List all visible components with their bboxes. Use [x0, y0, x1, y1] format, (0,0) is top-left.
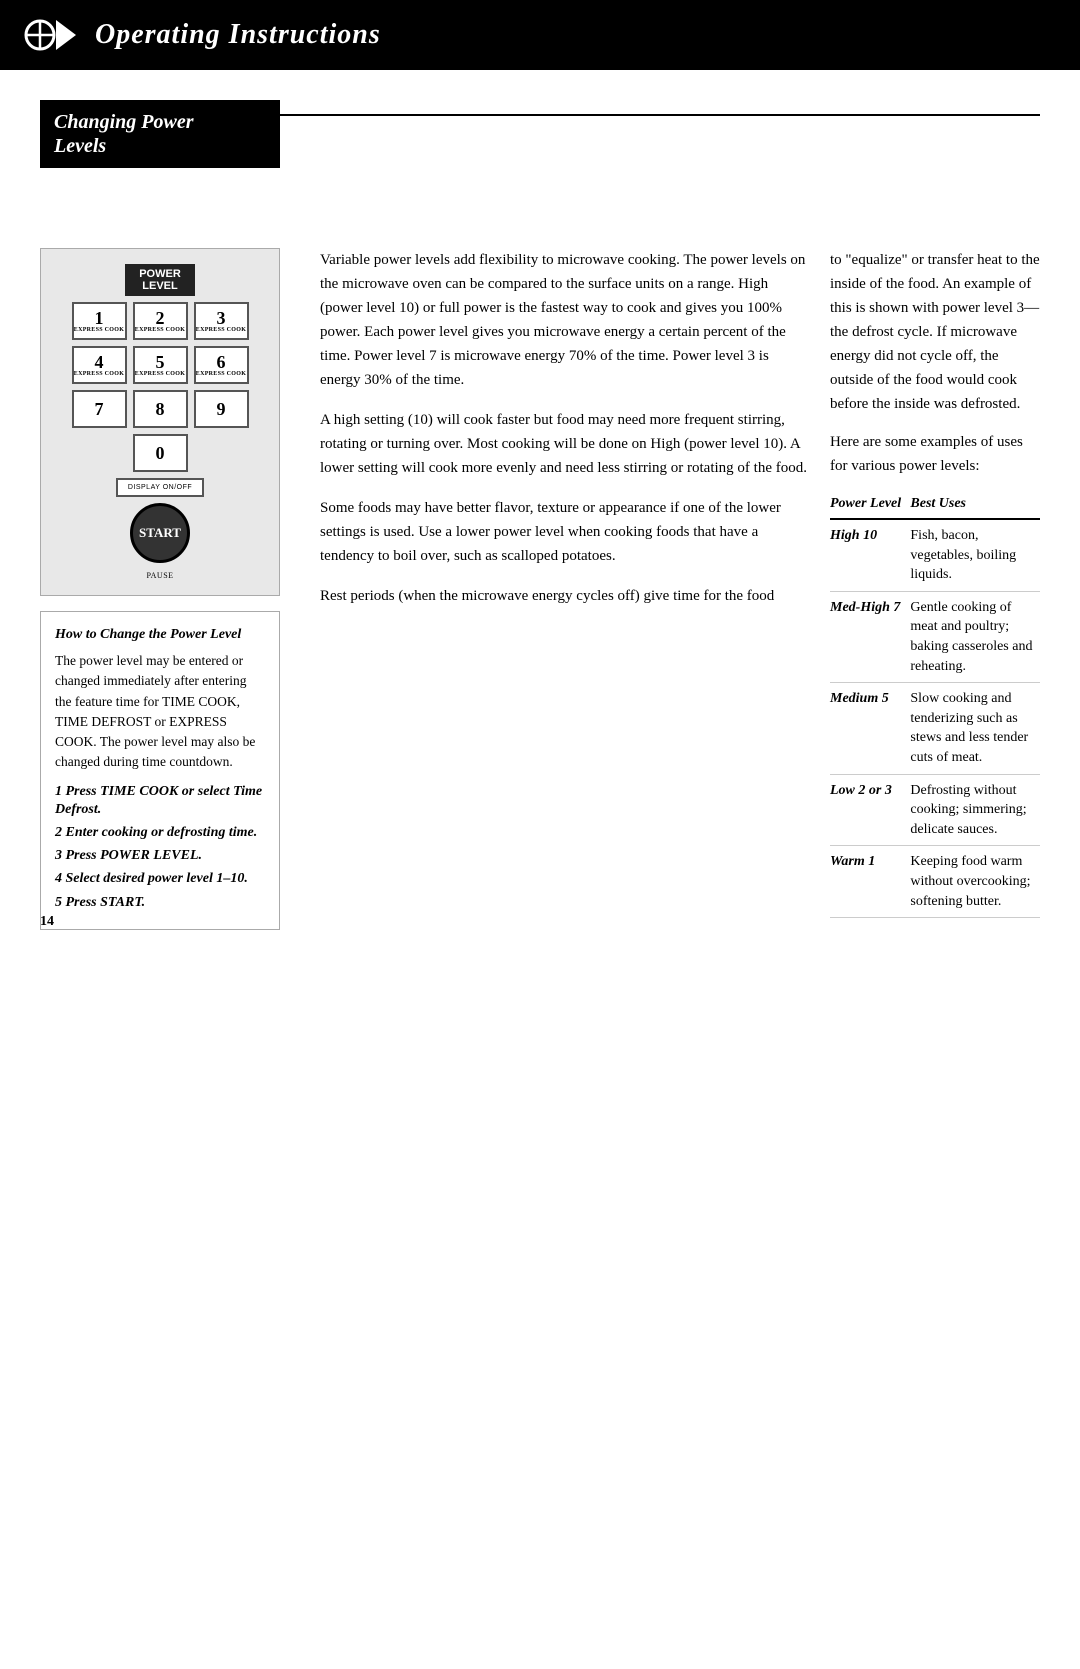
right-para-2: Here are some examples of uses for vario… [830, 430, 1040, 478]
keypad-row-123: 1 EXPRESS COOK 2 EXPRESS COOK 3 EXPRESS … [72, 302, 249, 340]
table-row: Med-High 7Gentle cooking of meat and pou… [830, 591, 1040, 682]
start-button[interactable]: START [130, 503, 190, 563]
section-header: Changing Power Levels [40, 100, 280, 168]
page-header: Operating Instructions [0, 0, 1080, 70]
brand-logo-icon [20, 10, 80, 60]
keypad-row-789: 7 8 9 [72, 390, 249, 428]
mid-para-4: Rest periods (when the microwave energy … [320, 584, 810, 608]
table-cell-level: Medium 5 [830, 683, 910, 774]
table-col2-header: Best Uses [910, 492, 1040, 519]
power-level-button[interactable]: POWER LEVEL [125, 264, 195, 296]
left-column: POWER LEVEL 1 EXPRESS COOK 2 EXPRESS COO… [40, 248, 280, 930]
how-to-title: How to Change the Power Level [55, 624, 265, 645]
key-4-button[interactable]: 4 EXPRESS COOK [72, 346, 127, 384]
key-9-button[interactable]: 9 [194, 390, 249, 428]
how-to-box: How to Change the Power Level The power … [40, 611, 280, 930]
page-title: Operating Instructions [95, 19, 381, 51]
step-4: 4 Select desired power level 1–10. [55, 870, 265, 888]
keypad-box: POWER LEVEL 1 EXPRESS COOK 2 EXPRESS COO… [40, 248, 280, 596]
right-para-1: to "equalize" or transfer heat to the in… [830, 248, 1040, 416]
keypad-row-0: 0 [133, 434, 188, 472]
table-row: Low 2 or 3Defrosting without cooking; si… [830, 774, 1040, 846]
power-level-table: Power Level Best Uses High 10Fish, bacon… [830, 492, 1040, 918]
mid-para-1: Variable power levels add flexibility to… [320, 248, 810, 392]
table-col1-header: Power Level [830, 492, 910, 519]
table-row: High 10Fish, bacon, vegetables, boiling … [830, 519, 1040, 591]
section-title-line2: Levels [54, 134, 266, 158]
keypad-inner: POWER LEVEL 1 EXPRESS COOK 2 EXPRESS COO… [56, 264, 264, 580]
pause-label: PAUSE [146, 571, 173, 580]
key-6-button[interactable]: 6 EXPRESS COOK [194, 346, 249, 384]
how-to-steps: 1 Press TIME COOK or select Time Defrost… [55, 783, 265, 912]
section-title-line1: Changing Power [54, 110, 266, 134]
how-to-body: The power level may be entered or change… [55, 651, 265, 773]
table-cell-uses: Slow cooking and tenderizing such as ste… [910, 683, 1040, 774]
table-cell-uses: Keeping food warm without overcooking; s… [910, 846, 1040, 918]
table-cell-level: Low 2 or 3 [830, 774, 910, 846]
key-3-button[interactable]: 3 EXPRESS COOK [194, 302, 249, 340]
table-cell-level: Med-High 7 [830, 591, 910, 682]
key-8-button[interactable]: 8 [133, 390, 188, 428]
mid-para-2: A high setting (10) will cook faster but… [320, 408, 810, 480]
step-1: 1 Press TIME COOK or select Time Defrost… [55, 783, 265, 819]
table-row: Medium 5Slow cooking and tenderizing suc… [830, 683, 1040, 774]
key-5-button[interactable]: 5 EXPRESS COOK [133, 346, 188, 384]
key-0-button[interactable]: 0 [133, 434, 188, 472]
table-cell-level: High 10 [830, 519, 910, 591]
step-5: 5 Press START. [55, 894, 265, 912]
table-cell-level: Warm 1 [830, 846, 910, 918]
key-1-button[interactable]: 1 EXPRESS COOK [72, 302, 127, 340]
table-cell-uses: Gentle cooking of meat and poultry; baki… [910, 591, 1040, 682]
step-3: 3 Press POWER LEVEL. [55, 847, 265, 865]
key-7-button[interactable]: 7 [72, 390, 127, 428]
keypad-row-456: 4 EXPRESS COOK 5 EXPRESS COOK 6 EXPRESS … [72, 346, 249, 384]
main-layout: POWER LEVEL 1 EXPRESS COOK 2 EXPRESS COO… [40, 248, 1040, 930]
table-cell-uses: Defrosting without cooking; simmering; d… [910, 774, 1040, 846]
middle-column: Variable power levels add flexibility to… [300, 248, 830, 930]
right-column: to "equalize" or transfer heat to the in… [830, 248, 1040, 930]
table-cell-uses: Fish, bacon, vegetables, boiling liquids… [910, 519, 1040, 591]
page-number: 14 [40, 914, 54, 930]
display-onoff-button[interactable]: DISPLAY ON/OFF [116, 478, 204, 497]
table-row: Warm 1Keeping food warm without overcook… [830, 846, 1040, 918]
key-2-button[interactable]: 2 EXPRESS COOK [133, 302, 188, 340]
mid-para-3: Some foods may have better flavor, textu… [320, 496, 810, 568]
step-2: 2 Enter cooking or defrosting time. [55, 824, 265, 842]
